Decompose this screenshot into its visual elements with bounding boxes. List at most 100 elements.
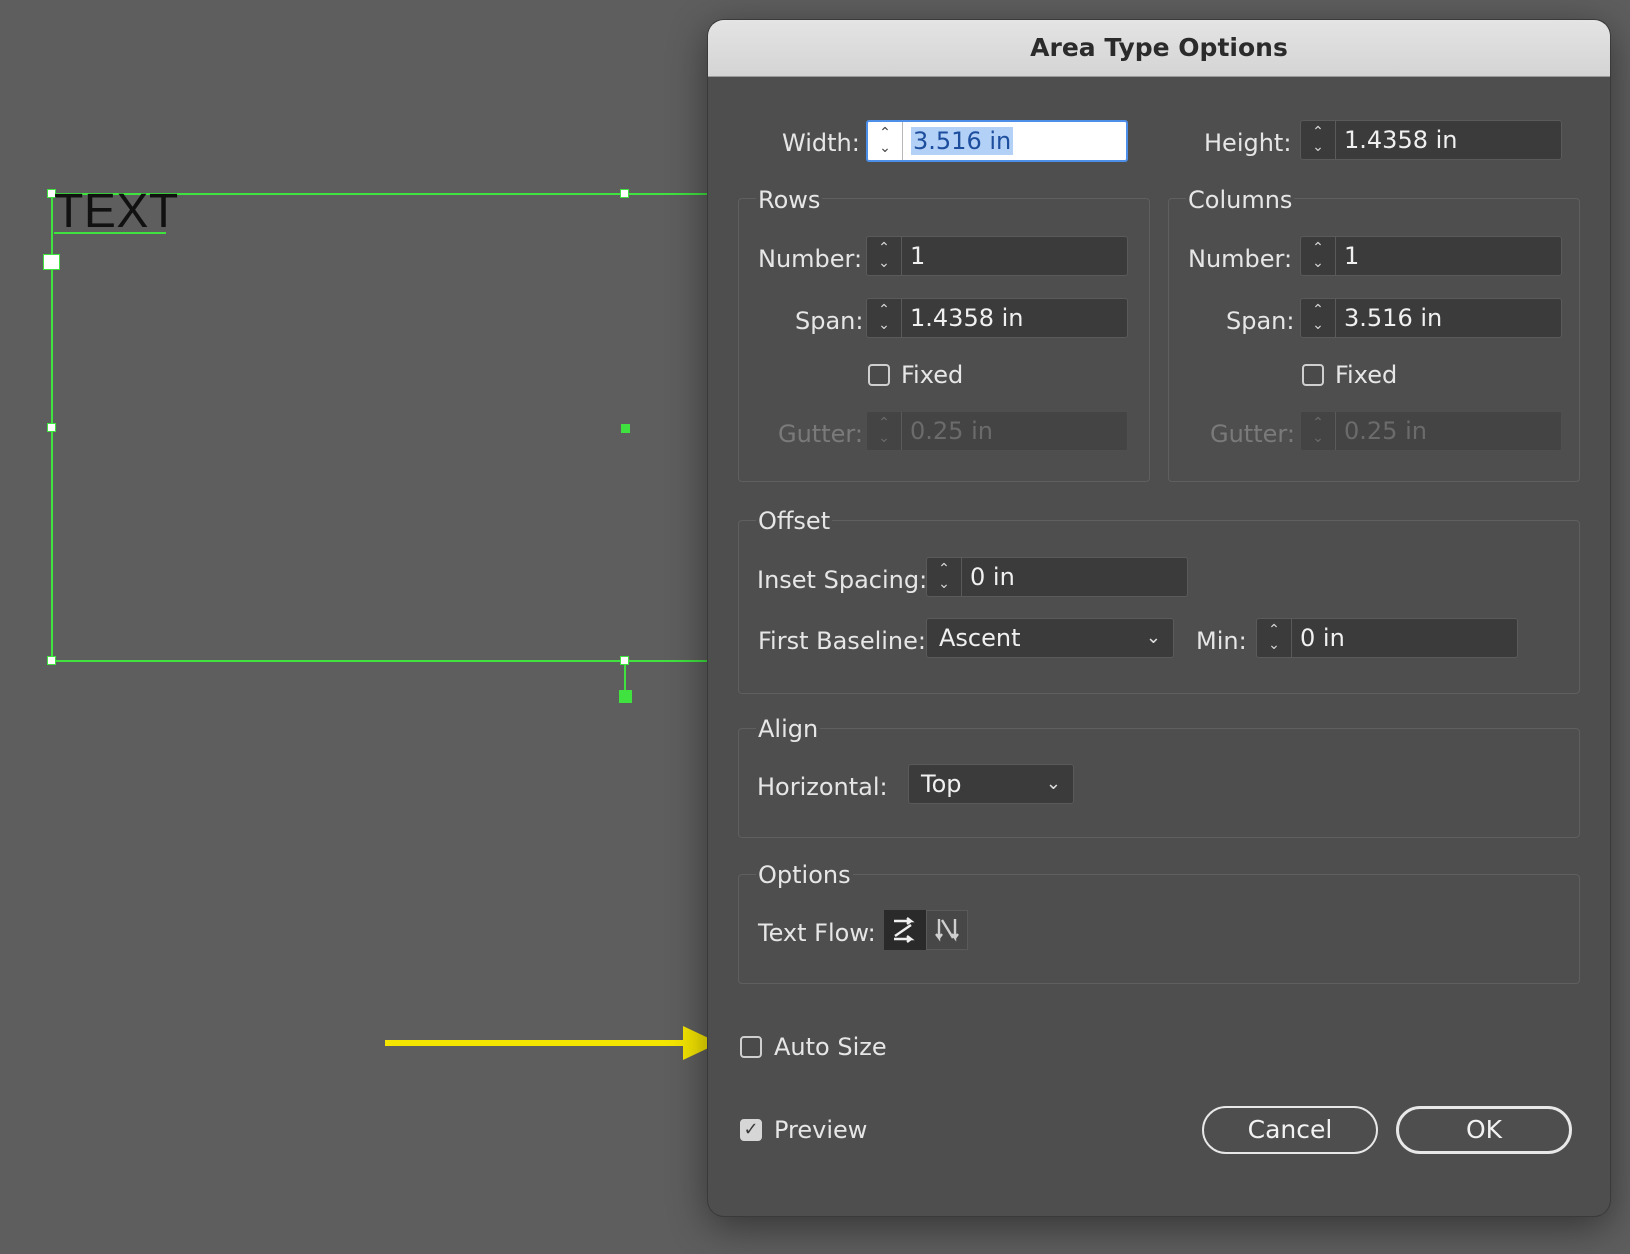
first-baseline-label: First Baseline: (758, 627, 926, 655)
offset-group-title: Offset (756, 507, 833, 535)
chevron-down-icon[interactable]: ⌄ (878, 318, 890, 333)
height-stepper[interactable]: ⌃ ⌄ (1301, 121, 1336, 159)
rows-span-input[interactable]: ⌃ ⌄ 1.4358 in (866, 298, 1128, 338)
columns-number-input[interactable]: ⌃ ⌄ 1 (1300, 236, 1562, 276)
chevron-up-icon[interactable]: ⌃ (1312, 125, 1324, 140)
min-value: 0 in (1300, 624, 1345, 652)
chevron-down-icon: ⌄ (1312, 430, 1324, 446)
text-frame-bottom-edge (52, 660, 712, 662)
chevron-up-icon[interactable]: ⌃ (879, 126, 891, 141)
ok-button[interactable]: OK (1396, 1106, 1572, 1154)
auto-size-label[interactable]: Auto Size (774, 1033, 887, 1061)
chevron-up-icon[interactable]: ⌃ (1312, 241, 1324, 256)
rows-number-input[interactable]: ⌃ ⌄ 1 (866, 236, 1128, 276)
columns-number-label: Number: (1188, 245, 1293, 273)
columns-gutter-label: Gutter: (1210, 420, 1295, 448)
canvas-text-object[interactable]: TEXT (54, 188, 179, 236)
inset-spacing-stepper[interactable]: ⌃ ⌄ (927, 558, 962, 596)
preview-checkbox[interactable]: ✓ (740, 1119, 762, 1141)
resize-handle-bottom-middle[interactable] (620, 656, 629, 665)
chevron-down-icon[interactable]: ⌄ (878, 256, 890, 271)
columns-span-input[interactable]: ⌃ ⌄ 3.516 in (1300, 298, 1562, 338)
rows-group-title: Rows (756, 186, 823, 214)
text-flow-by-columns-icon (935, 919, 959, 942)
preview-label[interactable]: Preview (774, 1116, 867, 1144)
columns-gutter-value: 0.25 in (1344, 417, 1427, 445)
options-group-title: Options (756, 861, 853, 889)
horizontal-label: Horizontal: (757, 773, 888, 801)
chevron-down-icon[interactable]: ⌄ (938, 577, 950, 592)
rows-span-value: 1.4358 in (910, 304, 1024, 332)
min-stepper[interactable]: ⌃ ⌄ (1257, 619, 1292, 657)
area-type-options-dialog: Area Type Options Width: ⌃ ⌄ 3.516 in Hei… (708, 20, 1610, 1216)
chevron-down-icon: ⌄ (1145, 627, 1161, 648)
chevron-up-icon: ⌃ (878, 415, 890, 431)
chevron-down-icon: ⌄ (1045, 773, 1061, 794)
auto-size-widget-handle[interactable] (619, 690, 632, 703)
chevron-down-icon[interactable]: ⌄ (1268, 638, 1280, 653)
text-flow-by-rows-icon (894, 917, 915, 943)
resize-handle-bottom-left[interactable] (47, 656, 56, 665)
columns-fixed-label[interactable]: Fixed (1335, 361, 1397, 389)
resize-handle-left-middle[interactable] (47, 423, 56, 432)
columns-gutter-stepper: ⌃ ⌄ (1301, 412, 1336, 450)
text-flow-by-columns-button[interactable] (926, 910, 968, 950)
resize-handle-top-middle[interactable] (620, 189, 629, 198)
cancel-button[interactable]: Cancel (1202, 1106, 1378, 1154)
rows-gutter-value: 0.25 in (910, 417, 993, 445)
min-input[interactable]: ⌃ ⌄ 0 in (1256, 618, 1518, 658)
inset-spacing-label: Inset Spacing: (757, 566, 928, 594)
text-flow-label: Text Flow: (758, 919, 876, 947)
offset-group (738, 520, 1580, 694)
in-port-handle[interactable] (43, 254, 60, 270)
columns-fixed-checkbox[interactable] (1302, 364, 1324, 386)
chevron-up-icon[interactable]: ⌃ (878, 241, 890, 256)
horizontal-align-value: Top (921, 770, 962, 798)
chevron-down-icon[interactable]: ⌄ (879, 141, 891, 156)
dialog-title[interactable]: Area Type Options (708, 20, 1610, 77)
chevron-up-icon[interactable]: ⌃ (878, 303, 890, 318)
chevron-up-icon: ⌃ (1312, 415, 1324, 431)
columns-span-stepper[interactable]: ⌃ ⌄ (1301, 299, 1336, 337)
align-group-title: Align (756, 715, 821, 743)
rows-fixed-checkbox[interactable] (868, 364, 890, 386)
min-label: Min: (1196, 627, 1247, 655)
text-baseline (54, 232, 166, 234)
width-value: 3.516 in (911, 127, 1014, 155)
columns-group-title: Columns (1186, 186, 1295, 214)
horizontal-align-select[interactable]: Top ⌄ (908, 764, 1074, 804)
first-baseline-select[interactable]: Ascent ⌄ (926, 618, 1174, 658)
rows-number-label: Number: (758, 245, 863, 273)
chevron-up-icon[interactable]: ⌃ (1312, 303, 1324, 318)
chevron-up-icon[interactable]: ⌃ (938, 562, 950, 577)
annotation-arrow-icon (385, 1026, 719, 1060)
rows-number-stepper[interactable]: ⌃ ⌄ (867, 237, 902, 275)
width-input[interactable]: ⌃ ⌄ 3.516 in (866, 120, 1128, 162)
height-input[interactable]: ⌃ ⌄ 1.4358 in (1300, 120, 1562, 160)
first-baseline-value: Ascent (939, 624, 1021, 652)
rows-span-stepper[interactable]: ⌃ ⌄ (867, 299, 902, 337)
chevron-down-icon[interactable]: ⌄ (1312, 256, 1324, 271)
auto-size-checkbox[interactable] (740, 1036, 762, 1058)
columns-number-stepper[interactable]: ⌃ ⌄ (1301, 237, 1336, 275)
columns-span-label: Span: (1226, 307, 1295, 335)
text-frame-handle-stem (624, 662, 626, 692)
chevron-down-icon[interactable]: ⌄ (1312, 318, 1324, 333)
columns-span-value: 3.516 in (1344, 304, 1443, 332)
width-label: Width: (782, 129, 860, 157)
rows-gutter-input: ⌃ ⌄ 0.25 in (866, 411, 1128, 451)
rows-span-label: Span: (795, 307, 864, 335)
chevron-up-icon[interactable]: ⌃ (1268, 623, 1280, 638)
rows-gutter-label: Gutter: (778, 420, 863, 448)
chevron-down-icon: ⌄ (878, 430, 890, 446)
rows-number-value: 1 (910, 242, 926, 270)
inset-spacing-input[interactable]: ⌃ ⌄ 0 in (926, 557, 1188, 597)
height-value: 1.4358 in (1344, 126, 1458, 154)
text-flow-by-rows-button[interactable] (884, 910, 926, 950)
center-point-handle[interactable] (621, 424, 630, 433)
width-stepper[interactable]: ⌃ ⌄ (868, 122, 903, 160)
rows-gutter-stepper: ⌃ ⌄ (867, 412, 902, 450)
rows-fixed-label[interactable]: Fixed (901, 361, 963, 389)
inset-spacing-value: 0 in (970, 563, 1015, 591)
chevron-down-icon[interactable]: ⌄ (1312, 140, 1324, 155)
